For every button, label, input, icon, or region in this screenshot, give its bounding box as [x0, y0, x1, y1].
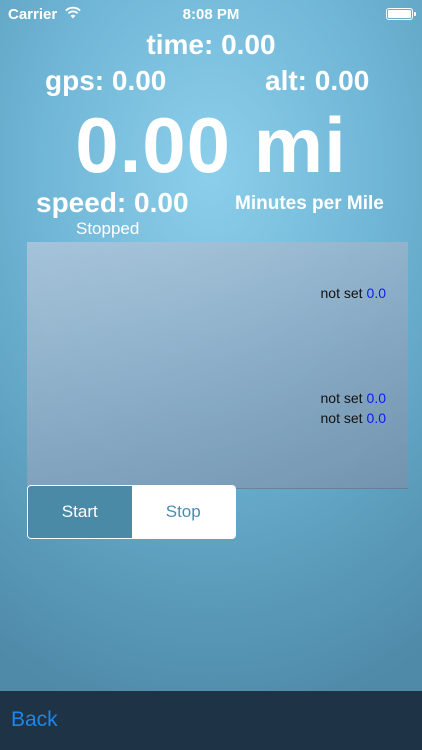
split-label: not set — [320, 390, 363, 406]
bottom-toolbar: Back — [0, 691, 422, 750]
gps-accuracy: gps: 0.00 — [45, 65, 167, 96]
speed-readout: speed: 0.00 — [36, 187, 189, 218]
elapsed-time: time: 0.00 — [146, 29, 276, 60]
split-value: 0.0 — [366, 410, 386, 426]
run-state-label: Stopped — [76, 219, 140, 238]
status-bar: Carrier 8:08 PM — [0, 0, 422, 30]
split-value: 0.0 — [366, 390, 386, 406]
pace-units-label: Minutes per Mile — [235, 193, 384, 214]
split-value: 0.0 — [366, 285, 386, 301]
stop-button[interactable]: Stop — [131, 486, 235, 538]
start-button[interactable]: Start — [28, 486, 132, 538]
distance-readout: 0.00 mi — [75, 101, 347, 189]
start-stop-control[interactable]: Start Stop — [27, 485, 236, 539]
battery-icon — [386, 8, 416, 20]
split-row: not set 0.0 — [321, 410, 387, 426]
status-time: 8:08 PM — [182, 6, 240, 23]
split-row: not set 0.0 — [321, 390, 387, 406]
altitude: alt: 0.00 — [265, 65, 370, 96]
split-label: not set — [320, 410, 363, 426]
split-row: not set 0.0 — [321, 285, 387, 301]
back-button[interactable]: Back — [11, 708, 58, 732]
splits-panel: not set 0.0 not set 0.0 not set 0.0 — [27, 242, 408, 489]
split-label: not set — [320, 285, 363, 301]
